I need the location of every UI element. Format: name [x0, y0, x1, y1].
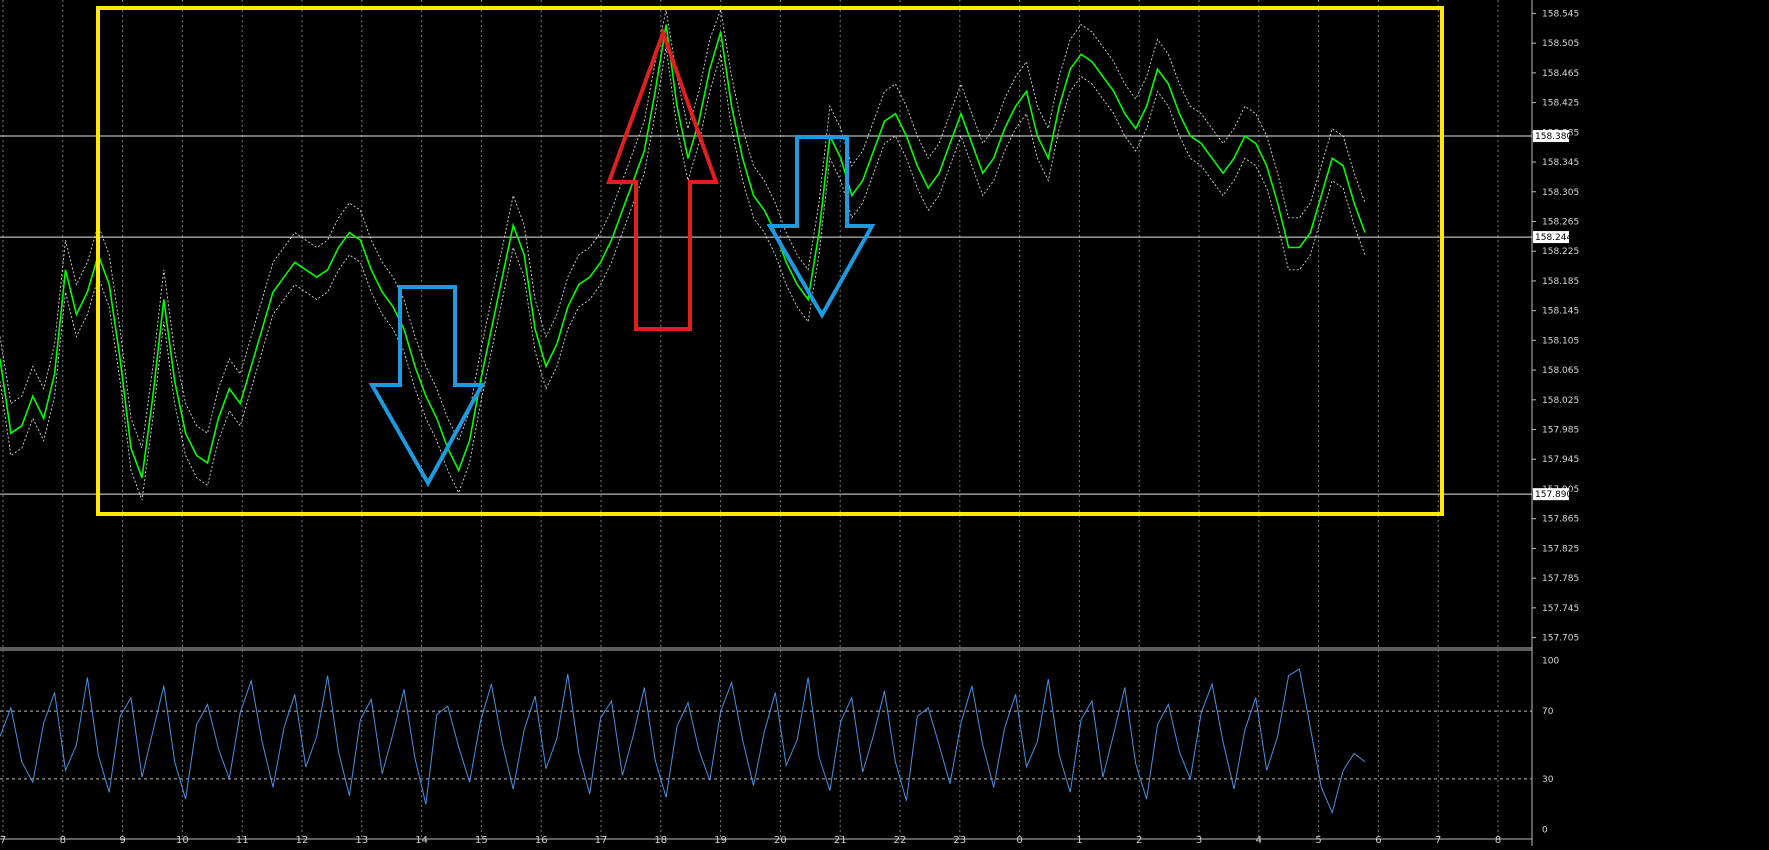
band-upper-line: [0, 7, 1366, 449]
x-tick-label: 23: [953, 835, 966, 846]
y-tick-label: 158.545: [1542, 9, 1579, 19]
annotation-rectangle: [96, 6, 1444, 516]
y-tick-label: 157.945: [1542, 455, 1579, 465]
y-tick-label: 157.865: [1542, 515, 1579, 525]
grid-lines: [0, 0, 1533, 846]
x-tick-label: 13: [355, 835, 368, 846]
y-tick-label: 158.025: [1542, 396, 1579, 406]
x-tick-label: 22: [894, 835, 907, 846]
annotation-arrow-down: [766, 135, 876, 320]
y-tick-label: 158.465: [1542, 69, 1579, 79]
x-tick-label: 9: [119, 835, 125, 846]
y-tick-label: 158.505: [1542, 39, 1579, 49]
x-tick-label: 16: [535, 835, 548, 846]
level-price-label: 158.380: [1535, 132, 1572, 142]
oscillator-tick-label: 70: [1542, 707, 1554, 717]
oscillator-line: [0, 668, 1366, 815]
x-tick-label: 8: [1495, 835, 1501, 846]
y-tick-label: 158.345: [1542, 158, 1579, 168]
x-tick-label: 2: [1136, 835, 1142, 846]
x-tick-label: 18: [654, 835, 667, 846]
y-tick-label: 157.785: [1542, 574, 1579, 584]
y-tick-label: 158.105: [1542, 336, 1579, 346]
oscillator-tick-label: 0: [1542, 826, 1548, 836]
x-tick-label: 10: [176, 835, 189, 846]
trading-chart[interactable]: 158.545158.505158.465158.425158.385158.3…: [0, 0, 1769, 846]
x-tick-label: 19: [714, 835, 727, 846]
x-tick-label: 17: [595, 835, 608, 846]
y-tick-label: 157.985: [1542, 426, 1579, 436]
x-tick-label: 14: [415, 835, 428, 846]
y-tick-label: 158.305: [1542, 188, 1579, 198]
price-axis: 158.545158.505158.465158.425158.385158.3…: [1532, 9, 1579, 644]
horizontal-levels: [0, 135, 1532, 495]
oscillator-tick-label: 30: [1542, 775, 1554, 785]
y-tick-label: 157.705: [1542, 634, 1579, 644]
level-price-label: 158.244: [1535, 233, 1572, 243]
x-tick-label: 6: [1375, 835, 1381, 846]
y-tick-label: 157.825: [1542, 544, 1579, 554]
x-tick-label: 21: [834, 835, 847, 846]
x-tick-label: 8: [60, 835, 66, 846]
x-tick-label: 1: [1076, 835, 1082, 846]
y-tick-label: 158.425: [1542, 99, 1579, 109]
chart-canvas[interactable]: 158.545158.505158.465158.425158.385158.3…: [0, 0, 1769, 846]
y-tick-label: 158.145: [1542, 307, 1579, 317]
y-tick-label: 158.265: [1542, 217, 1579, 227]
x-tick-label: 15: [475, 835, 488, 846]
y-tick-label: 157.745: [1542, 604, 1579, 614]
y-tick-label: 158.065: [1542, 366, 1579, 376]
annotations: [96, 6, 1444, 516]
x-tick-label: 4: [1256, 835, 1262, 846]
x-tick-label: 11: [236, 835, 249, 846]
x-tick-label: 5: [1315, 835, 1321, 846]
x-tick-label: 7: [0, 835, 6, 846]
band-lower-line: [0, 46, 1366, 501]
annotation-arrow-up: [606, 27, 719, 331]
oscillator-tick-label: 100: [1542, 656, 1559, 666]
x-tick-label: 12: [296, 835, 309, 846]
x-tick-label: 20: [774, 835, 787, 846]
oscillator-panel: 100 70 30 0: [0, 656, 1559, 836]
time-axis: 7 8 9 10 11 12 13 14 15 16 17 18 19 20 21 22 23 0 1 2 3 4 5 6 7 8: [0, 835, 1501, 846]
y-tick-label: 158.185: [1542, 277, 1579, 287]
y-tick-label: 158.225: [1542, 247, 1579, 257]
x-tick-label: 7: [1435, 835, 1441, 846]
x-tick-label: 3: [1196, 835, 1202, 846]
x-tick-label: 0: [1016, 835, 1022, 846]
level-price-label: 157.890: [1535, 490, 1572, 500]
